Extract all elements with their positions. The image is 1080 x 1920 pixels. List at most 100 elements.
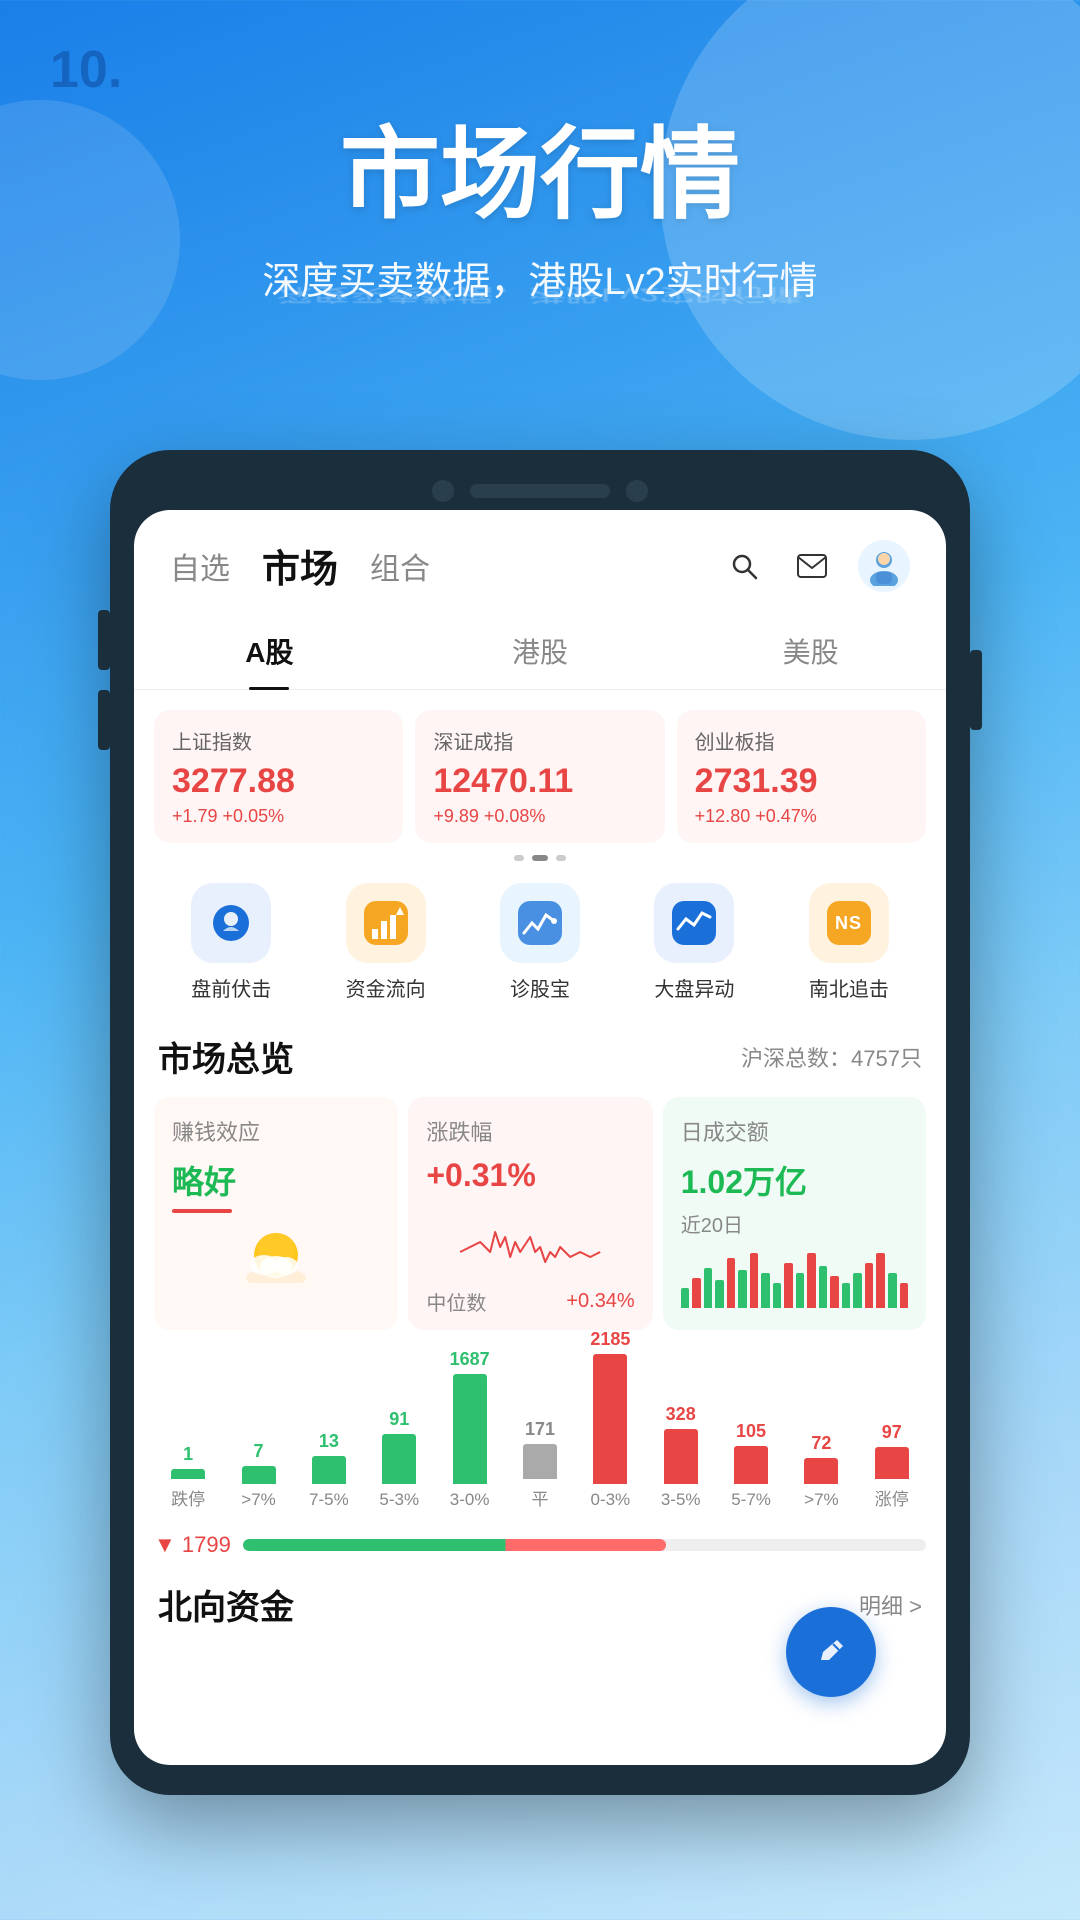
change-card-sub-label: 中位数 <box>426 1287 486 1316</box>
front-sensor <box>626 480 648 502</box>
overview-cards: 赚钱效应 略好 <box>134 1097 946 1350</box>
tab-market[interactable]: 市场 <box>262 538 338 593</box>
cy-index-value: 2731.39 <box>695 763 908 800</box>
dist-value-1: 7 <box>254 1441 264 1462</box>
volume-card-title: 日成交额 <box>681 1115 908 1147</box>
dist-label-10: 涨停 <box>875 1485 909 1510</box>
vol-bar-6 <box>750 1253 759 1308</box>
index-cards: 上证指数 3277.88 +1.79 +0.05% 深证成指 12470.11 … <box>134 690 946 843</box>
tab-us-shares[interactable]: 美股 <box>675 613 946 689</box>
front-camera <box>432 480 454 502</box>
progress-bar <box>243 1539 926 1551</box>
tool-stock-diagnosis[interactable]: 诊股宝 <box>463 883 617 1002</box>
dist-value-10: 97 <box>882 1422 902 1443</box>
index-card-cy[interactable]: 创业板指 2731.39 +12.80 +0.47% <box>677 710 926 843</box>
sh-index-value: 3277.88 <box>172 763 385 800</box>
pre-market-label: 盘前伏击 <box>191 973 271 1002</box>
dist-value-2: 13 <box>319 1431 339 1452</box>
mail-icon[interactable] <box>790 544 834 588</box>
vol-bar-4 <box>727 1258 736 1308</box>
change-card[interactable]: 涨跌幅 +0.31% 中位数 +0.34% <box>408 1097 652 1330</box>
tab-portfolio[interactable]: 组合 <box>370 544 430 588</box>
dist-bar-5 <box>523 1444 557 1479</box>
dist-bar-6 <box>593 1354 627 1484</box>
sz-index-label: 深证成指 <box>433 726 646 755</box>
down-count: ▼ 1799 <box>154 1532 231 1558</box>
vol-bar-13 <box>830 1276 839 1308</box>
vol-bar-7 <box>761 1273 770 1308</box>
market-overview-title: 市场总览 <box>158 1032 294 1081</box>
dist-label-7: 3-5% <box>661 1490 701 1510</box>
tab-a-shares[interactable]: A股 <box>134 613 405 689</box>
market-change-icon <box>654 883 734 963</box>
north-south-label: 南北追击 <box>809 973 889 1002</box>
dist-value-8: 105 <box>736 1421 766 1442</box>
tab-hk-shares[interactable]: 港股 <box>405 613 676 689</box>
dist-col-7: 3283-5% <box>647 1404 715 1510</box>
profit-card[interactable]: 赚钱效应 略好 <box>154 1097 398 1330</box>
dist-col-9: 72>7% <box>787 1433 855 1510</box>
nav-tabs-main: 自选 市场 组合 <box>170 538 430 593</box>
carousel-dots <box>134 843 946 873</box>
vol-bar-9 <box>784 1263 793 1308</box>
tool-pre-market[interactable]: 盘前伏击 <box>154 883 308 1002</box>
market-total: 沪深总数：4757只 <box>741 1041 922 1073</box>
vol-bar-14 <box>842 1283 851 1308</box>
dist-bar-2 <box>312 1456 346 1484</box>
vol-bar-15 <box>853 1273 862 1308</box>
tab-watchlist[interactable]: 自选 <box>170 544 230 588</box>
dist-col-10: 97 涨停 <box>858 1422 926 1510</box>
dist-col-4: 16873-0% <box>435 1349 503 1510</box>
vol-bar-10 <box>796 1273 805 1308</box>
vol-bar-18 <box>888 1273 897 1308</box>
power-button <box>970 650 982 730</box>
phone-notch <box>134 480 946 502</box>
vol-bar-2 <box>704 1268 713 1308</box>
tool-market-change[interactable]: 大盘异动 <box>617 883 771 1002</box>
dot-3 <box>556 855 566 861</box>
svg-text:N: N <box>835 913 848 933</box>
index-card-sh[interactable]: 上证指数 3277.88 +1.79 +0.05% <box>154 710 403 843</box>
volume-card[interactable]: 日成交额 1.02万亿 近20日 <box>663 1097 926 1330</box>
dist-bar-10 <box>875 1447 909 1479</box>
money-flow-icon <box>346 883 426 963</box>
fab-button[interactable] <box>786 1607 876 1697</box>
market-change-label: 大盘异动 <box>654 973 734 1002</box>
volume-down-button <box>98 690 110 750</box>
dist-value-3: 91 <box>389 1409 409 1430</box>
hero-subtitle-mirror: 深度买卖数据，港股Lv2实时行情 <box>60 283 1020 309</box>
index-card-sz[interactable]: 深证成指 12470.11 +9.89 +0.08% <box>415 710 664 843</box>
search-icon[interactable] <box>722 544 766 588</box>
cy-index-label: 创业板指 <box>695 726 908 755</box>
app-version: 10. <box>50 40 122 100</box>
stock-diagnosis-label: 诊股宝 <box>510 973 570 1002</box>
dist-col-5: 171 平 <box>506 1419 574 1510</box>
dot-2 <box>532 855 548 861</box>
pre-market-icon <box>191 883 271 963</box>
profit-card-title: 赚钱效应 <box>172 1115 380 1147</box>
profit-card-value: 略好 <box>172 1157 380 1203</box>
dist-bar-3 <box>382 1434 416 1484</box>
vol-bar-12 <box>819 1266 828 1308</box>
phone-screen: 自选 市场 组合 <box>134 510 946 1765</box>
dist-col-8: 1055-7% <box>717 1421 785 1510</box>
vol-bar-19 <box>900 1283 909 1308</box>
dist-bar-0 <box>171 1469 205 1479</box>
dist-label-0: 跌停 <box>171 1485 205 1510</box>
avatar[interactable] <box>858 540 910 592</box>
dist-col-2: 137-5% <box>295 1431 363 1510</box>
dist-col-3: 915-3% <box>365 1409 433 1510</box>
change-card-value: +0.31% <box>426 1157 634 1194</box>
change-card-title: 涨跌幅 <box>426 1115 634 1147</box>
north-south-icon: N S <box>809 883 889 963</box>
tool-north-south[interactable]: N S 南北追击 <box>772 883 926 1002</box>
dist-bar-4 <box>453 1374 487 1484</box>
north-funds-link[interactable]: 明细 > <box>859 1589 922 1621</box>
dist-value-5: 171 <box>525 1419 555 1440</box>
volume-card-sub: 近20日 <box>681 1209 908 1238</box>
dist-col-6: 21850-3% <box>576 1329 644 1510</box>
tool-money-flow[interactable]: 资金流向 <box>308 883 462 1002</box>
dist-label-5: 平 <box>531 1485 548 1510</box>
change-card-sub-value: +0.34% <box>566 1290 634 1313</box>
dist-bar-8 <box>734 1446 768 1484</box>
